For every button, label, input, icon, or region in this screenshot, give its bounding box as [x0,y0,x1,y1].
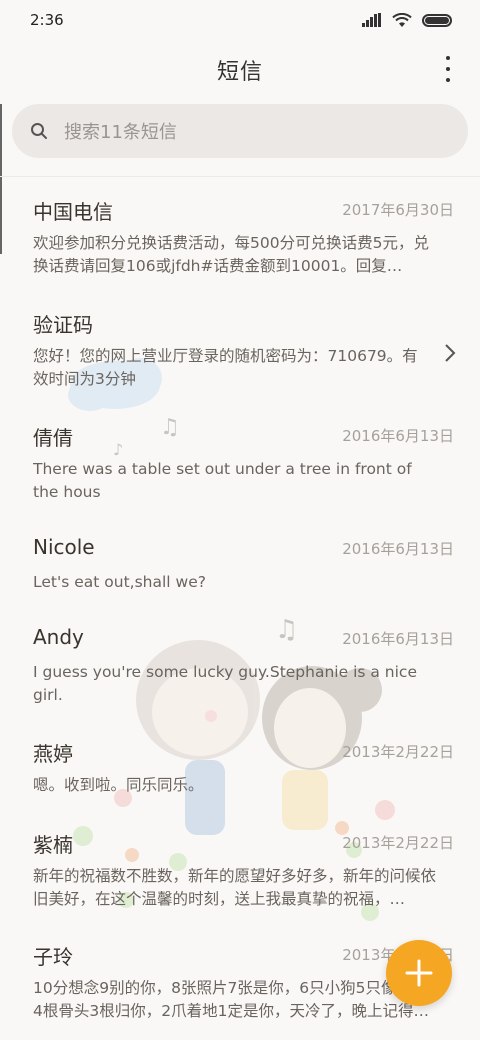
message-date: 2016年6月13日 [342,630,454,648]
contact-name: 紫楠 [33,833,73,857]
message-date: 2016年6月13日 [342,540,454,558]
page-title: 短信 [216,60,263,85]
message-date: 2016年6月13日 [342,427,454,445]
more-vertical-icon [446,56,450,60]
message-preview: 10分想念9别的你，8张照片7张是你，6只小狗5只像你，4根骨头3根归你，2爪着… [33,979,429,1020]
plus-icon [405,959,433,987]
message-preview: Let's eat out,shall we? [33,573,206,591]
chevron-right-icon [445,344,456,362]
message-preview: I guess you're some lucky guy.Stephanie … [33,663,417,704]
search-icon [31,123,47,139]
divider [0,176,480,177]
status-icons [362,12,452,28]
wifi-icon [392,12,412,27]
message-preview: 欢迎参加积分兑换话费活动，每500分可兑换话费5元，兑换话费请回复106或jfd… [33,234,429,275]
status-time: 2:36 [30,11,64,29]
message-preview: There was a table set out under a tree i… [33,460,412,501]
message-date: 2013年2月22日 [342,743,454,761]
contact-name: 中国电信 [33,200,113,224]
contact-name: 倩倩 [33,426,73,450]
contact-name: Andy [33,625,84,649]
list-item[interactable]: 紫楠 2013年2月22日 新年的祝福数不胜数，新年的愿望好多好多，新年的问候依… [0,829,480,929]
contact-name: 燕婷 [33,742,73,766]
message-preview: 嗯。收到啦。同乐同乐。 [33,776,204,794]
list-item[interactable]: 倩倩 2016年6月13日 There was a table set out … [0,422,480,522]
list-item[interactable]: Nicole 2016年6月13日 Let's eat out,shall we… [0,535,480,615]
message-preview: 新年的祝福数不胜数，新年的愿望好多好多，新年的问候依旧美好，在这个温馨的时刻，送… [33,867,437,908]
battery-icon [422,13,452,27]
contact-name: 子玲 [33,945,73,969]
compose-button[interactable] [386,940,452,1006]
message-preview: 您好！您的网上营业厅登录的随机密码为：710679。有效时间为3分钟 [33,347,418,388]
signal-icon [362,13,381,27]
contact-name: 验证码 [33,313,93,337]
more-options-button[interactable] [444,56,452,82]
list-item[interactable]: 燕婷 2013年2月22日 嗯。收到啦。同乐同乐。 [0,738,480,818]
contact-name: Nicole [33,535,95,559]
message-date: 2013年2月22日 [342,834,454,852]
search-placeholder: 搜索11条短信 [64,122,177,143]
message-date: 2017年6月30日 [342,201,454,219]
list-item[interactable]: 验证码 您好！您的网上营业厅登录的随机密码为：710679。有效时间为3分钟 [0,309,480,409]
search-input[interactable]: 搜索11条短信 [12,104,468,158]
list-item[interactable]: Andy 2016年6月13日 I guess you're some luck… [0,625,480,725]
list-item[interactable]: 中国电信 2017年6月30日 欢迎参加积分兑换话费活动，每500分可兑换话费5… [0,196,480,296]
status-bar: 2:36 [0,0,480,40]
header: 短信 [0,44,480,96]
